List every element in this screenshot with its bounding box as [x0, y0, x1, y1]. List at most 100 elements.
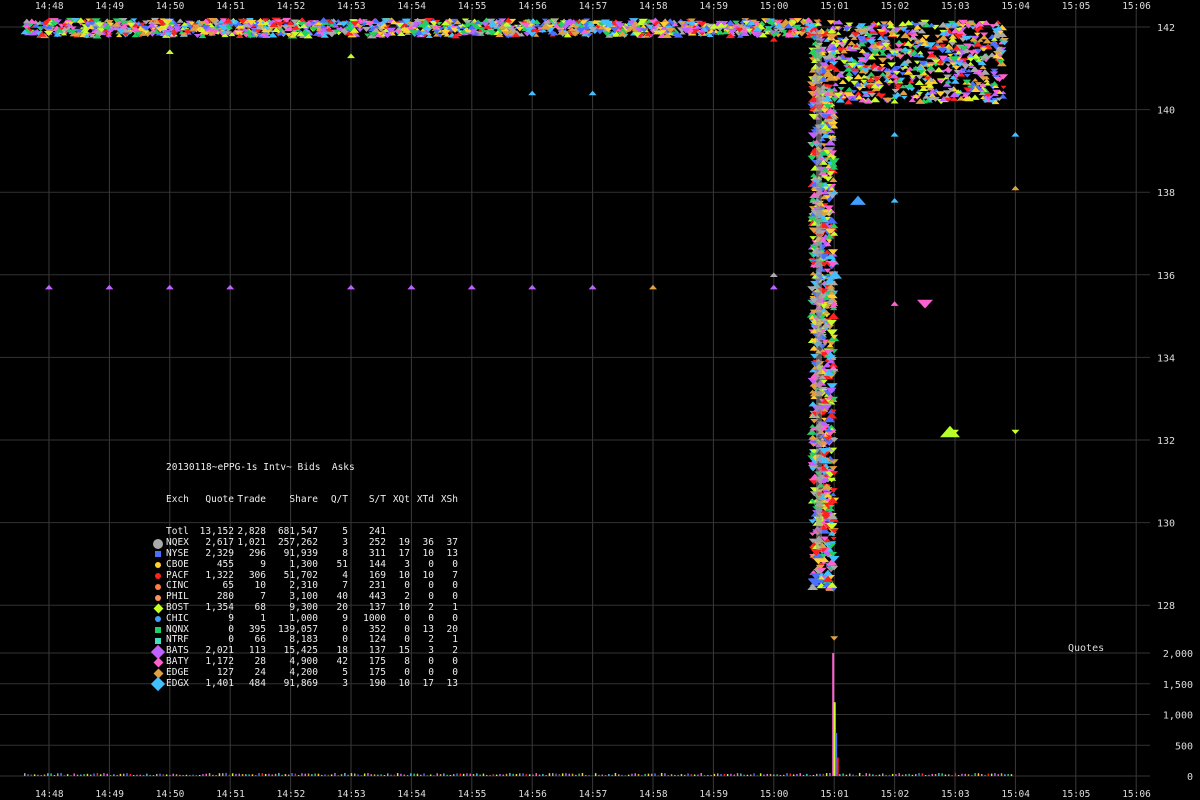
quote-volume-bar	[951, 775, 953, 776]
quote-volume-bar	[499, 773, 501, 776]
quote-volume-bar	[944, 774, 947, 776]
exchange-marker-icon	[150, 594, 166, 601]
quote-volume-bar	[720, 773, 722, 776]
quote-volume-bar	[119, 773, 122, 776]
quote-count-tick: 1,500	[1163, 680, 1193, 691]
quote-volume-bar	[215, 775, 217, 776]
price-tick: 134	[1157, 353, 1175, 364]
price-tick: 130	[1157, 519, 1175, 530]
quote-volume-bar	[783, 774, 785, 776]
stats-cell-exch: EDGX	[166, 677, 189, 689]
price-range-bar	[816, 30, 822, 550]
quote-volume-bar	[971, 775, 973, 776]
price-tick: 136	[1157, 271, 1175, 282]
time-tick-top: 15:01	[820, 1, 849, 12]
quote-volume-bar	[634, 773, 636, 776]
quote-volume-bar	[482, 773, 485, 776]
quote-volume-bar	[241, 773, 244, 776]
quote-volume-bar	[657, 775, 660, 776]
quote-volume-bar	[948, 774, 950, 776]
quote-volume-bar	[981, 774, 983, 776]
quote-volume-bar	[776, 774, 778, 776]
quote-volume-bar	[898, 773, 900, 776]
quote-marker	[899, 90, 908, 96]
quote-volume-bar	[30, 774, 33, 776]
quote-volume-bar	[57, 773, 59, 776]
time-tick-top: 14:49	[95, 1, 124, 12]
quote-volume-bar	[888, 774, 891, 776]
quote-volume-bar	[878, 774, 881, 776]
quote-volume-bar	[934, 774, 937, 776]
quote-volume-bar	[941, 773, 943, 776]
quote-volume-bar	[872, 774, 874, 776]
exchange-marker-icon	[150, 644, 166, 659]
series-point-edgx	[588, 90, 597, 96]
quote-volume-bar	[261, 773, 264, 776]
quote-volume-bar	[700, 773, 702, 776]
quote-volume-bar	[109, 775, 112, 776]
quote-volume-bar	[690, 774, 693, 776]
quote-volume-bar	[1000, 773, 1003, 776]
series-point-bats	[347, 284, 355, 290]
time-tick-bottom: 14:53	[337, 789, 366, 800]
bottom-time-axis: 14:48 14:49 14:50 14:51 14:52 14:53 14:54 14:55…	[35, 789, 1151, 800]
quote-volume-bar	[901, 774, 904, 776]
quote-volume-bar	[70, 775, 72, 776]
stats-cell-quote: 1,401	[205, 677, 234, 689]
quote-volume-bar	[769, 773, 772, 776]
quote-volume-bar	[637, 773, 640, 776]
series-point-edgx	[1011, 131, 1020, 137]
quote-volume-bar	[245, 774, 247, 776]
quote-volume-bar	[175, 774, 178, 776]
quote-volume-bar	[581, 773, 584, 776]
quote-volume-bar	[314, 773, 316, 776]
quote-volume-bar	[578, 773, 580, 776]
quote-volume-bar	[555, 773, 557, 776]
quote-marker	[830, 536, 837, 541]
time-tick-bottom: 15:06	[1122, 789, 1151, 800]
quote-volume-bar	[825, 773, 828, 776]
stats-cell-xs: 0	[452, 666, 458, 678]
quote-volume-bar	[489, 774, 491, 776]
quote-volume-bar	[189, 775, 191, 776]
exchange-marker-icon	[150, 551, 166, 558]
quote-volume-bar	[974, 773, 976, 776]
quote-volume-bar	[997, 774, 999, 776]
quote-volume-bar	[717, 773, 719, 776]
quotes-axis-label: Quotes	[1068, 643, 1104, 654]
price-axis: 128 130 132 134 136 138 140 142	[1157, 23, 1175, 612]
quote-volume-bar	[456, 773, 458, 776]
quote-volume-bar	[931, 773, 933, 776]
series-point-bats	[105, 284, 114, 290]
time-tick-bottom: 15:04	[1001, 789, 1030, 800]
series-point-bats	[769, 284, 778, 290]
quote-marker	[781, 18, 790, 24]
quote-volume-bar	[644, 773, 646, 776]
quote-volume-bar	[799, 773, 801, 776]
quote-volume-bar	[984, 774, 986, 776]
exchange-marker-icon	[150, 626, 166, 633]
quote-volume-bar	[568, 773, 570, 776]
time-tick-bottom: 14:51	[216, 789, 245, 800]
quote-volume-bar	[436, 773, 438, 776]
quote-volume-bar	[367, 772, 369, 776]
quote-volume-bar	[806, 773, 808, 776]
time-tick-bottom: 14:52	[277, 789, 306, 800]
quote-volume-bar	[509, 772, 511, 776]
series-point-edgx	[890, 131, 899, 137]
quote-volume-bar	[667, 775, 669, 776]
quote-volume-bar	[519, 773, 521, 776]
quote-volume-bar	[789, 773, 792, 776]
quote-volume-bar	[294, 773, 297, 776]
quote-volume-bar	[126, 773, 128, 776]
series-point-bats	[407, 284, 416, 290]
stats-cell-share: 1,000	[289, 612, 318, 624]
quote-volume-bar	[763, 774, 765, 776]
stats-cell-trade: 1	[260, 612, 266, 624]
quote-volume-bar	[238, 773, 240, 776]
quote-volume-bar	[674, 774, 676, 776]
quote-volume-bar	[152, 775, 155, 776]
quote-volume-bar	[390, 774, 392, 776]
quote-count-tick: 500	[1175, 741, 1193, 752]
quote-volume-bar	[53, 775, 56, 776]
